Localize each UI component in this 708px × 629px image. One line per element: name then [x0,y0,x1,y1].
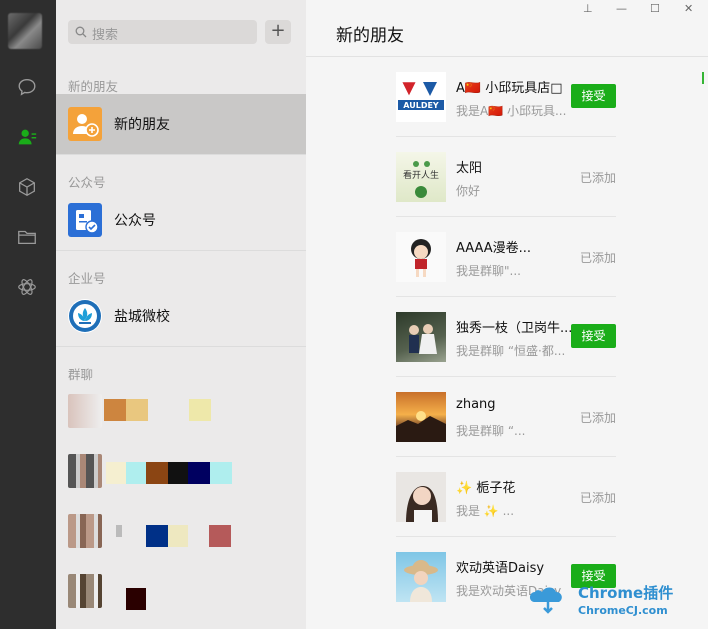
friend-request-item[interactable]: zhang 我是群聊 “... 已添加 [396,377,616,457]
watermark-line2: ChromeCJ.com [578,604,668,617]
friend-message: 我是群聊 “... [456,424,526,438]
cube-icon[interactable] [14,174,40,200]
friend-name: A🇨🇳 小邱玩具店□ [456,81,563,96]
section-label-official: 公众号 [68,175,106,190]
blurred-name [106,462,126,484]
add-contact-button[interactable]: + [265,20,291,44]
group-chat-item[interactable] [56,380,306,440]
friend-avatar [396,232,446,282]
section-label-enterprise: 企业号 [68,271,106,286]
group-avatar [68,514,102,548]
friend-request-item[interactable]: 独秀一枝（卫岗牛... 我是群聊 “恒盛·都... 接受 [396,297,616,377]
friend-avatar [396,552,446,602]
blurred-name [104,399,126,421]
friend-message: 我是群聊"... [456,264,521,278]
contact-list-pane: 搜索 + 新的朋友 新的朋友 公众号 公众号 企业号 盐城微校 群聊 [56,0,306,629]
friend-request-item[interactable]: AAAA漫卷... 我是群聊"... 已添加 [396,217,616,297]
blurred-name [188,462,210,484]
blurred-name [209,525,231,547]
nav-sidebar [0,0,56,629]
avatar[interactable] [8,13,42,49]
blurred-name [126,399,148,421]
watermark-logo: Chrome插件 ChromeCJ.com [529,584,673,617]
new-friend-icon [68,107,102,141]
friend-request-item[interactable]: 看开人生 太阳 你好 已添加 [396,137,616,217]
contacts-icon[interactable] [14,124,40,150]
list-item-new-friends[interactable]: 新的朋友 [56,94,306,154]
friend-name: 太阳 [456,161,483,176]
search-placeholder: 搜索 [92,28,119,43]
friend-name: ✨ 栀子花 [456,481,516,496]
friend-request-item[interactable]: AULDEY A🇨🇳 小邱玩具店□ 我是A🇨🇳 小邱玩具... 接受 [396,57,616,137]
group-chat-item[interactable] [56,500,306,560]
friend-name: zhang [456,397,496,412]
close-button[interactable]: ✕ [684,2,693,15]
blurred-name [189,399,211,421]
friend-message: 我是 ✨ ... [456,504,515,518]
friend-message: 我是群聊 “恒盛·都... [456,344,566,358]
school-logo-icon [68,299,102,333]
scrollbar[interactable] [702,72,704,84]
divider [56,346,306,347]
svg-text:看开人生: 看开人生 [403,169,439,181]
title-bar: 新的朋友 ⊥ — ☐ ✕ [306,0,708,57]
group-avatar [68,574,102,608]
list-item-label: 新的朋友 [114,117,170,133]
group-avatar [68,394,102,428]
group-chat-item[interactable] [56,440,306,500]
blurred-name [210,462,232,484]
added-status: 已添加 [580,411,617,425]
list-item-label: 盐城微校 [114,309,170,325]
added-status: 已添加 [580,251,617,265]
auldey-logo-text: AULDEY [403,101,439,110]
page-title: 新的朋友 [336,26,404,46]
minimize-button[interactable]: — [616,2,627,15]
friend-avatar [396,392,446,442]
friend-avatar [396,312,446,362]
watermark: Chrome插件 ChromeCJ.com [520,578,700,620]
list-item-label: 公众号 [114,213,156,229]
divider [56,154,306,155]
friend-message: 你好 [456,184,481,198]
search-icon [75,26,87,38]
blurred-name [168,525,188,547]
friend-request-item[interactable]: ✨ 栀子花 我是 ✨ ... 已添加 [396,457,616,537]
added-status: 已添加 [580,171,617,185]
official-account-icon [68,203,102,237]
accept-button[interactable]: 接受 [571,324,616,348]
blurred-name [146,462,168,484]
friend-avatar: AULDEY [396,72,446,122]
group-chat-item[interactable] [56,560,306,620]
blurred-name [146,525,168,547]
friend-name: AAAA漫卷... [456,241,532,256]
search-input[interactable]: 搜索 [68,20,257,44]
folder-icon[interactable] [14,224,40,250]
mini-program-icon[interactable] [14,274,40,300]
blurred-name [116,525,122,537]
added-status: 已添加 [580,491,617,505]
accept-button[interactable]: 接受 [571,84,616,108]
friend-message: 我是A🇨🇳 小邱玩具... [456,104,567,118]
friend-name: 独秀一枝（卫岗牛... [456,321,573,336]
group-avatar [68,454,102,488]
friend-name: 欢动英语Daisy [456,561,545,576]
divider [56,250,306,251]
watermark-line1: Chrome插件 [578,584,673,602]
friend-avatar: 看开人生 [396,152,446,202]
main-pane: 新的朋友 ⊥ — ☐ ✕ AULDEY A🇨🇳 小邱玩具店□ 我是A🇨🇳 小邱玩… [306,0,708,629]
section-label-new-friends: 新的朋友 [68,79,119,94]
list-item-enterprise[interactable]: 盐城微校 [56,286,306,346]
blurred-name [126,588,146,610]
blurred-name [126,462,146,484]
pin-button[interactable]: ⊥ [583,2,593,15]
chat-icon[interactable] [14,74,40,100]
list-item-official-accounts[interactable]: 公众号 [56,190,306,250]
friend-avatar [396,472,446,522]
blurred-name [168,462,188,484]
maximize-button[interactable]: ☐ [650,2,660,15]
